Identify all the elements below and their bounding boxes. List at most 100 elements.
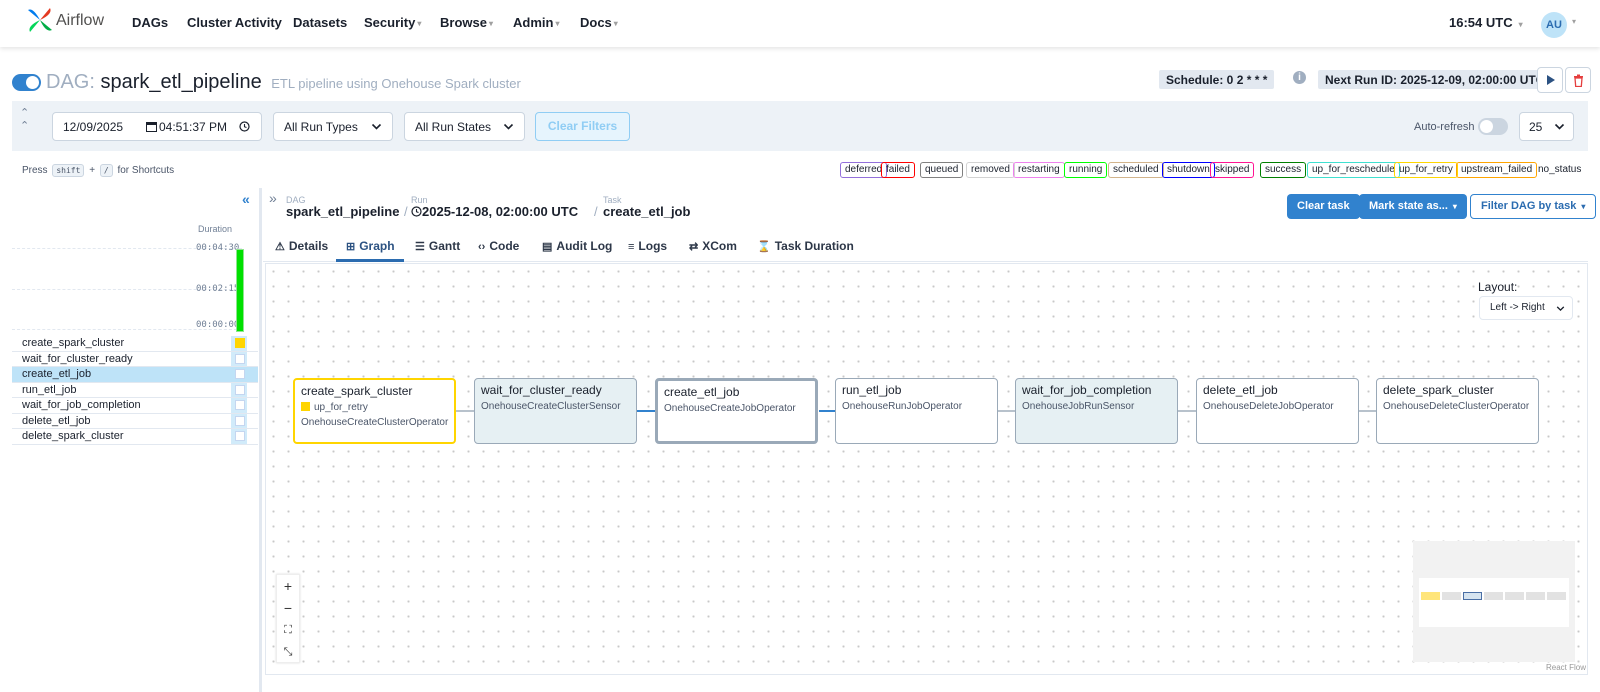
task-row[interactable]: create_spark_cluster — [12, 336, 258, 352]
fullscreen-icon[interactable]: ⤡ — [277, 641, 299, 663]
graph-node[interactable]: wait_for_cluster_ready OnehouseCreateClus… — [474, 378, 637, 444]
delete-dag-button[interactable] — [1565, 67, 1591, 93]
legend-no-status[interactable]: no_status — [1533, 162, 1586, 178]
fit-view-button[interactable]: ⛶ — [277, 619, 299, 641]
nav-dags[interactable]: DAGs — [132, 15, 168, 30]
calendar-icon[interactable] — [146, 121, 157, 132]
task-row[interactable]: delete_etl_job — [12, 414, 258, 429]
user-avatar[interactable]: AU — [1541, 12, 1567, 38]
trigger-dag-button[interactable] — [1537, 67, 1563, 93]
task-row[interactable]: wait_for_cluster_ready — [12, 352, 258, 367]
layout-select[interactable]: Left -> Right — [1479, 296, 1573, 320]
panel-resize-handle[interactable] — [259, 188, 262, 692]
task-row[interactable]: run_etl_job — [12, 383, 258, 398]
breadcrumb-task[interactable]: create_etl_job — [603, 204, 690, 219]
task-row-label: delete_spark_cluster — [22, 430, 124, 442]
legend-failed[interactable]: failed — [881, 162, 915, 178]
tab-audit-log[interactable]: ▤ Audit Log — [542, 239, 612, 253]
tab-graph[interactable]: ⊞ Graph — [346, 239, 395, 253]
clock-icon[interactable] — [239, 121, 250, 132]
tab-task-duration[interactable]: ⌛ Task Duration — [757, 239, 854, 253]
zoom-out-button[interactable]: − — [277, 597, 299, 619]
chevron-down-icon — [1554, 123, 1565, 130]
node-operator: OnehouseDeleteJobOperator — [1203, 401, 1334, 412]
nav-cluster-activity[interactable]: Cluster Activity — [187, 15, 282, 30]
legend-upstream-failed[interactable]: upstream_failed — [1456, 162, 1538, 178]
tab-gantt[interactable]: ☰ Gantt — [415, 239, 460, 253]
nav-admin[interactable]: Admin ▾ — [513, 15, 559, 30]
nav-browse[interactable]: Browse ▾ — [440, 15, 493, 30]
kbd-slash: / — [99, 164, 113, 177]
graph-node[interactable]: create_spark_cluster up_for_retry Onehouse… — [293, 378, 456, 444]
legend-queued[interactable]: queued — [920, 162, 964, 178]
collapse-header-icon[interactable]: ⌃ ⌃ — [20, 106, 29, 132]
task-row-label: delete_etl_job — [22, 414, 91, 427]
minimap-node — [1421, 592, 1440, 600]
legend-restarting[interactable]: restarting — [1013, 162, 1065, 178]
run-state-select[interactable]: All Run States — [404, 112, 525, 141]
airflow-logo-icon[interactable] — [24, 4, 56, 36]
auto-refresh-toggle[interactable] — [1478, 118, 1508, 135]
graph-node[interactable]: create_etl_job OnehouseCreateJobOperator — [655, 378, 818, 444]
top-navbar: Airflow DAGs Cluster Activity Datasets S… — [0, 0, 1600, 47]
num-runs-value: 25 — [1529, 120, 1543, 134]
legend-running[interactable]: running — [1064, 162, 1108, 178]
task-instance-cell[interactable] — [235, 431, 245, 441]
clear-task-button[interactable]: Clear task — [1287, 194, 1360, 219]
graph-node[interactable]: run_etl_job OnehouseRunJobOperator — [835, 378, 998, 444]
nav-datasets[interactable]: Datasets — [293, 15, 347, 30]
task-row[interactable]: delete_spark_cluster — [12, 429, 258, 445]
node-task-name: create_spark_cluster — [301, 384, 413, 398]
graph-node[interactable]: delete_spark_cluster OnehouseDeleteCluste… — [1376, 378, 1539, 444]
breadcrumb-dag[interactable]: spark_etl_pipeline — [286, 204, 399, 219]
nav-docs[interactable]: Docs ▾ — [580, 15, 618, 30]
run-type-select[interactable]: All Run Types — [273, 112, 393, 141]
minimap-node — [1505, 592, 1524, 600]
legend-removed[interactable]: removed — [966, 162, 1015, 178]
chevron-down-icon[interactable]: ▾ — [1572, 17, 1576, 26]
filter-dag-by-task-button[interactable]: Filter DAG by task ▾ — [1470, 194, 1597, 219]
run-duration-bar[interactable] — [236, 249, 244, 332]
mark-state-button[interactable]: Mark state as... ▾ — [1359, 194, 1467, 219]
legend-up-for-retry[interactable]: up_for_retry — [1394, 162, 1458, 178]
graph-minimap[interactable] — [1413, 541, 1575, 662]
legend-success[interactable]: success — [1260, 162, 1307, 178]
task-instance-cell[interactable] — [235, 415, 245, 426]
nav-security[interactable]: Security ▾ — [364, 15, 421, 30]
task-row[interactable]: wait_for_job_completion — [12, 398, 258, 414]
graph-node[interactable]: delete_etl_job OnehouseDeleteJobOperator — [1196, 378, 1359, 444]
brand-name[interactable]: Airflow — [56, 12, 104, 30]
zoom-in-button[interactable]: + — [277, 575, 299, 597]
task-instance-cell[interactable] — [235, 353, 245, 364]
xcom-icon: ⇄ — [689, 241, 699, 253]
legend-skipped[interactable]: skipped — [1210, 162, 1255, 178]
tab-xcom[interactable]: ⇄ XCom — [689, 239, 737, 253]
clear-filters-button[interactable]: Clear Filters — [535, 112, 630, 141]
base-date-input[interactable]: 12/09/2025 04:51:37 PM — [52, 112, 262, 141]
num-runs-select[interactable]: 25 — [1519, 112, 1574, 141]
legend-scheduled[interactable]: scheduled — [1108, 162, 1164, 178]
task-row-label: wait_for_cluster_ready — [22, 352, 133, 365]
task-row[interactable]: create_etl_job — [12, 367, 258, 383]
graph-canvas[interactable] — [265, 263, 1588, 675]
dag-pause-toggle[interactable] — [12, 74, 41, 91]
task-instance-cell[interactable] — [235, 338, 245, 348]
graph-node[interactable]: wait_for_job_completion OnehouseJobRunSen… — [1015, 378, 1178, 444]
task-instance-cell[interactable] — [235, 400, 245, 410]
expand-details-icon[interactable]: » — [269, 190, 277, 206]
legend-up-for-reschedule[interactable]: up_for_reschedule — [1307, 162, 1400, 178]
task-instance-cell[interactable] — [235, 384, 245, 395]
breadcrumb-run[interactable]: 2025-12-08, 02:00:00 UTC — [411, 204, 578, 219]
dag-prefix: DAG: — [46, 71, 95, 93]
info-icon[interactable]: i — [1293, 71, 1306, 84]
tab-logs[interactable]: ≡ Logs — [628, 239, 667, 253]
tab-code[interactable]: ‹› Code — [478, 239, 519, 253]
dag-description: ETL pipeline using Onehouse Spark cluste… — [271, 76, 521, 91]
task-instance-cell[interactable] — [235, 369, 245, 379]
collapse-grid-icon[interactable]: « — [242, 191, 250, 207]
node-operator: OnehouseDeleteClusterOperator — [1383, 401, 1530, 412]
react-flow-attribution[interactable]: React Flow — [1546, 663, 1586, 672]
legend-shutdown[interactable]: shutdown — [1162, 162, 1215, 178]
timezone-clock[interactable]: 16:54 UTC ▾ — [1449, 15, 1523, 30]
tab-details[interactable]: ⚠ Details — [275, 239, 328, 253]
